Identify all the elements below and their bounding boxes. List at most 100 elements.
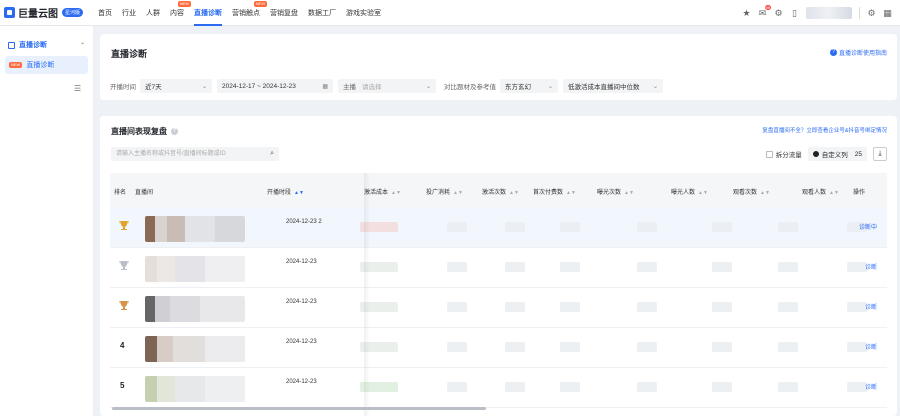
- search-icon[interactable]: ⌕: [270, 147, 274, 161]
- table-row[interactable]: 5 2024-12-23 诊断: [110, 368, 887, 408]
- sort-icon[interactable]: ▲▼: [829, 190, 839, 196]
- live-room-thumbnail[interactable]: [145, 296, 245, 322]
- nav-item-7[interactable]: 数据工厂: [303, 0, 341, 26]
- diagnose-button[interactable]: 诊断: [865, 302, 877, 311]
- diagnosis-icon: [8, 41, 15, 49]
- star-icon[interactable]: ★: [742, 8, 751, 18]
- chevron-down-icon: ⌄: [547, 83, 553, 90]
- column-header[interactable]: 投广消耗 ▲▼: [426, 187, 463, 196]
- compare-genre-select[interactable]: 东方玄幻 ⌄: [500, 79, 558, 93]
- settings-dot-icon: [812, 151, 819, 157]
- obscured-metric-value: [778, 222, 798, 232]
- split-flow-checkbox[interactable]: 拆分流量: [765, 149, 802, 159]
- sort-icon[interactable]: ▲▼: [294, 190, 304, 196]
- nav-item-label: 营销复盘: [270, 9, 299, 17]
- account-avatar[interactable]: [806, 7, 852, 19]
- trophy-icon: [119, 260, 129, 271]
- live-room-thumbnail[interactable]: [145, 256, 245, 282]
- column-header[interactable]: 观看人数 ▲▼: [802, 187, 839, 196]
- column-header-label: 曝光次数: [597, 190, 622, 196]
- logo-icon: [4, 7, 15, 18]
- download-icon[interactable]: ⤓: [873, 147, 887, 161]
- sort-icon[interactable]: ▲▼: [760, 190, 770, 196]
- sort-icon[interactable]: ▲▼: [509, 190, 519, 196]
- diagnose-button[interactable]: 诊断: [865, 262, 877, 271]
- divider: [859, 7, 860, 19]
- time-select-value: 近7天: [145, 84, 162, 91]
- sort-icon[interactable]: ▲▼: [566, 190, 576, 196]
- diagnose-button[interactable]: 诊断: [865, 382, 877, 391]
- nav-item-1[interactable]: 行业: [117, 0, 141, 26]
- chevron-up-icon[interactable]: ⌃: [80, 42, 85, 49]
- nav-item-2[interactable]: 人群: [141, 0, 165, 26]
- obscured-metric-value: [712, 222, 732, 232]
- compare-genre-value: 东方玄幻: [505, 84, 531, 91]
- live-room-thumbnail[interactable]: [145, 216, 245, 242]
- chevron-down-icon: ⌄: [425, 83, 431, 90]
- sidebar-item-label: 直播诊断: [26, 62, 55, 69]
- column-header[interactable]: 观看次数 ▲▼: [733, 187, 770, 196]
- message-icon[interactable]: ✉ 99: [758, 4, 771, 18]
- custom-columns-count: 25: [854, 150, 862, 158]
- live-room-thumbnail[interactable]: [145, 336, 245, 362]
- guide-link-text: 直播诊断使用指南: [838, 51, 887, 57]
- device-icon[interactable]: ▯: [790, 8, 799, 18]
- obscured-metric-value: [560, 342, 580, 352]
- help-icon[interactable]: ?: [171, 128, 178, 135]
- sidebar-section-live-diagnosis[interactable]: 直播诊断 ⌃: [0, 34, 93, 56]
- live-room-thumbnail[interactable]: [145, 376, 245, 402]
- sort-icon[interactable]: ▲▼: [624, 190, 634, 196]
- horizontal-scrollbar[interactable]: [112, 407, 486, 410]
- nav-right-tools: ★ ✉ 99 ⚙ ▯ ⚙ ▦: [742, 0, 892, 26]
- table-row[interactable]: 2024-12-23 诊断: [110, 288, 887, 328]
- collapse-sidebar-icon[interactable]: ☰: [74, 84, 81, 93]
- obscured-metric-value: [447, 342, 467, 352]
- column-header[interactable]: 首次付费数 ▲▼: [533, 187, 576, 196]
- obscured-metric-value: [447, 302, 467, 312]
- nav-item-0[interactable]: 首页: [93, 0, 117, 26]
- obscured-metric-value: [505, 342, 525, 352]
- table-row[interactable]: 2024-12-23 2 诊断中: [110, 208, 887, 248]
- diagnose-button[interactable]: 诊断: [865, 342, 877, 351]
- nav-item-6[interactable]: 营销复盘: [265, 0, 303, 26]
- table-row[interactable]: 4 2024-12-23 诊断: [110, 328, 887, 368]
- nav-item-label: 首页: [98, 9, 113, 17]
- date-range-picker[interactable]: 2024-12-17 ~ 2024-12-23 ▦: [217, 79, 333, 93]
- column-header[interactable]: 曝光人数 ▲▼: [671, 187, 708, 196]
- obscured-metric-value: [447, 262, 467, 272]
- custom-columns-button[interactable]: 自定义列 25: [807, 147, 867, 161]
- live-time-slot: 2024-12-23: [286, 339, 317, 345]
- logo[interactable]: 巨量云图 星河版: [4, 5, 84, 20]
- obscured-metric-value: [637, 262, 657, 272]
- reference-metric-value: 低激活成本直播间中位数: [568, 84, 640, 91]
- settings-icon[interactable]: ⚙: [774, 8, 783, 18]
- sidebar-item-live-diagnosis[interactable]: NEW 直播诊断: [5, 56, 88, 74]
- nav-item-label: 营销触点: [232, 9, 261, 17]
- grid-menu-icon[interactable]: ▦: [883, 8, 892, 18]
- column-header[interactable]: 曝光次数 ▲▼: [597, 187, 634, 196]
- time-select[interactable]: 近7天 ⌄: [140, 79, 212, 93]
- sort-icon[interactable]: ▲▼: [698, 190, 708, 196]
- anchor-select[interactable]: 主播 请选择 ⌄: [338, 79, 436, 93]
- reference-metric-select[interactable]: 低激活成本直播间中位数 ⌄: [563, 79, 663, 93]
- binding-check-link[interactable]: 复盘直播间不全？立即查看企业号&抖音号绑定情况: [762, 126, 887, 134]
- custom-columns-label: 自定义列: [821, 152, 848, 159]
- guide-link[interactable]: ? 直播诊断使用指南: [829, 48, 887, 57]
- column-header[interactable]: 激活次数 ▲▼: [482, 187, 519, 196]
- live-time-slot: 2024-12-23 2: [286, 219, 322, 225]
- nav-item-8[interactable]: 游戏实验室: [341, 0, 386, 26]
- sort-icon[interactable]: ▲▼: [391, 190, 401, 196]
- nav-item-5[interactable]: 营销触点 NEW: [227, 0, 268, 26]
- diagnose-button[interactable]: 诊断中: [859, 222, 877, 231]
- trophy-icon: [119, 300, 129, 311]
- table-row[interactable]: 2024-12-23 诊断: [110, 248, 887, 288]
- obscured-metric-value: [637, 342, 657, 352]
- gear-icon[interactable]: ⚙: [867, 8, 876, 18]
- sort-icon[interactable]: ▲▼: [453, 190, 463, 196]
- obscured-metric-value: [637, 382, 657, 392]
- search-input[interactable]: 请输入主播名称或抖音号/直播间标题或ID ⌕: [111, 147, 279, 161]
- nav-item-3[interactable]: 内容 NEW: [165, 0, 192, 26]
- column-header[interactable]: 开播时段 ▲▼: [267, 187, 304, 196]
- obscured-metric-value: [505, 262, 525, 272]
- nav-item-4[interactable]: 直播诊断: [189, 0, 227, 26]
